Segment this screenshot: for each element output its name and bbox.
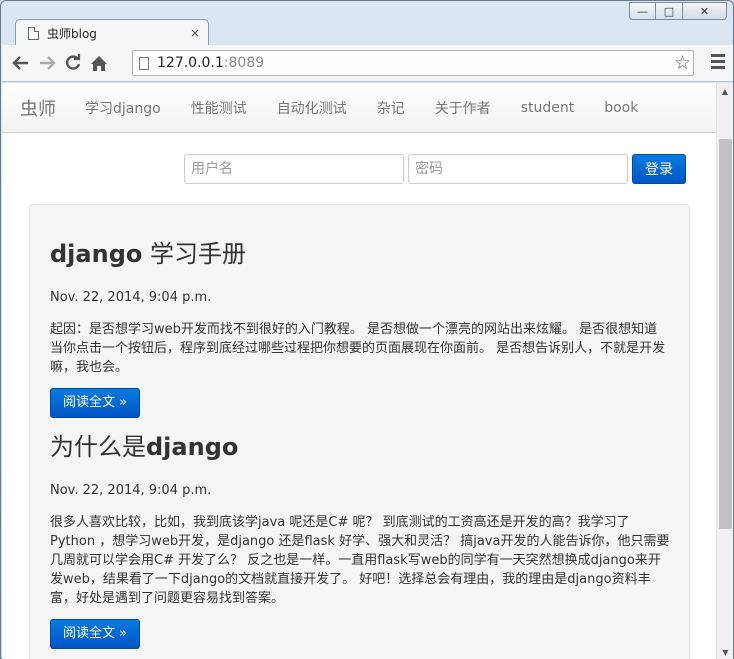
post-item: 为什么是django Nov. 22, 2014, 9:04 p.m. 很多人喜… xyxy=(50,432,669,649)
page-viewport: 虫师 学习django 性能测试 自动化测试 杂记 关于作者 student b… xyxy=(2,83,733,659)
back-arrow-icon xyxy=(12,56,28,70)
browser-tab[interactable]: 虫师blog × xyxy=(15,19,209,46)
post-date: Nov. 22, 2014, 9:04 p.m. xyxy=(50,290,212,305)
post-excerpt: 起因：是否想学习web开发而找不到很好的入门教程。 是否想做一个漂亮的网站出来炫… xyxy=(50,322,666,375)
login-button[interactable]: 登录 xyxy=(632,154,686,184)
window-controls: — □ ✕ xyxy=(629,2,727,20)
bookmark-star-icon[interactable]: ☆ xyxy=(674,52,691,74)
browser-toolbar: 127.0.0.1:8089 ☆ xyxy=(2,45,733,82)
nav-item-automation-testing[interactable]: 自动化测试 xyxy=(262,98,362,118)
post-title[interactable]: 为什么是django xyxy=(50,432,669,462)
close-window-button[interactable]: ✕ xyxy=(683,2,727,20)
post-title-cjk: 学习手册 xyxy=(142,240,246,268)
post-title-latin: django xyxy=(50,240,143,268)
maximize-button[interactable]: □ xyxy=(656,2,683,20)
nav-item-book[interactable]: book xyxy=(589,100,653,116)
minimize-button[interactable]: — xyxy=(629,2,656,20)
nav-item-learn-django[interactable]: 学习django xyxy=(70,98,176,118)
page-info-icon xyxy=(139,56,149,70)
post-title-cjk: 为什么是 xyxy=(50,433,146,461)
post-title[interactable]: django 学习手册 xyxy=(50,239,669,269)
password-input[interactable] xyxy=(408,154,628,184)
back-button[interactable] xyxy=(8,50,34,76)
scroll-thumb[interactable] xyxy=(719,139,732,529)
browser-window: — □ ✕ 虫师blog × 127.0.0.1:8089 ☆ 虫师 学习dj… xyxy=(0,0,734,659)
url-port: :8089 xyxy=(223,55,265,71)
forward-button[interactable] xyxy=(34,50,60,76)
tab-close-icon[interactable]: × xyxy=(190,26,200,40)
reload-icon xyxy=(66,54,81,70)
home-icon xyxy=(91,55,107,71)
page-icon xyxy=(28,26,39,40)
post-list: django 学习手册 Nov. 22, 2014, 9:04 p.m. 起因：… xyxy=(29,204,690,659)
forward-arrow-icon xyxy=(40,56,56,70)
nav-item-student[interactable]: student xyxy=(506,100,590,116)
scroll-down-icon[interactable]: ▼ xyxy=(717,644,733,659)
post-title-latin: django xyxy=(146,433,239,461)
post-excerpt: 很多人喜欢比较，比如，我到底该学java 呢还是C# 呢？ 到底测试的工资高还是… xyxy=(50,515,670,606)
login-form: 登录 xyxy=(184,154,686,184)
nav-item-about-author[interactable]: 关于作者 xyxy=(420,98,506,118)
browser-menu-icon[interactable] xyxy=(711,54,725,72)
vertical-scrollbar[interactable]: ▲ ▼ xyxy=(716,83,733,659)
nav-item-performance-testing[interactable]: 性能测试 xyxy=(176,98,262,118)
read-more-button[interactable]: 阅读全文 » xyxy=(50,619,141,649)
address-bar[interactable]: 127.0.0.1:8089 ☆ xyxy=(132,50,694,76)
post-item: django 学习手册 Nov. 22, 2014, 9:04 p.m. 起因：… xyxy=(50,239,669,418)
post-date: Nov. 22, 2014, 9:04 p.m. xyxy=(50,483,212,498)
tab-title: 虫师blog xyxy=(47,26,97,41)
reload-button[interactable] xyxy=(60,50,86,76)
read-more-button[interactable]: 阅读全文 » xyxy=(50,388,141,418)
nav-item-notes[interactable]: 杂记 xyxy=(362,98,420,118)
url-host: 127.0.0.1 xyxy=(157,55,224,71)
site-navbar: 虫师 学习django 性能测试 自动化测试 杂记 关于作者 student b… xyxy=(2,83,716,133)
home-button[interactable] xyxy=(86,50,112,76)
scroll-up-icon[interactable]: ▲ xyxy=(717,83,733,99)
site-brand[interactable]: 虫师 xyxy=(20,95,56,121)
username-input[interactable] xyxy=(184,154,404,184)
